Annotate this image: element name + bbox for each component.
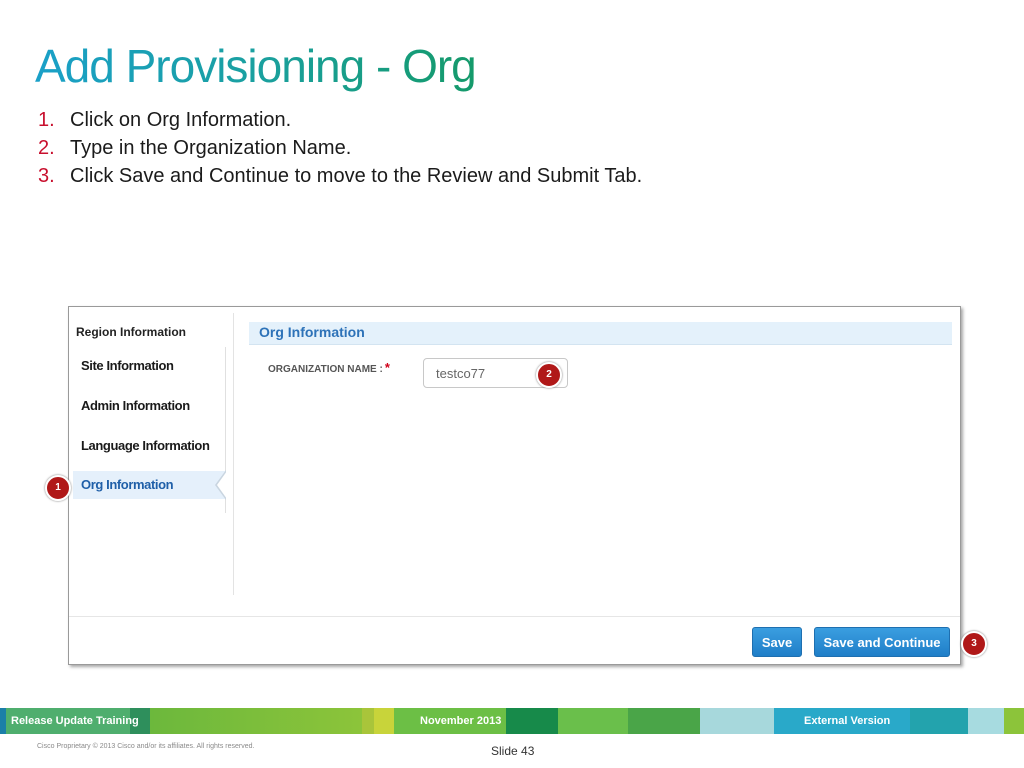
- section-header: Org Information: [249, 322, 952, 345]
- instruction-step: 1. Click on Org Information.: [38, 106, 642, 134]
- nav-item-site-information[interactable]: Site Information: [73, 352, 225, 380]
- step-text: Type in the Organization Name.: [70, 137, 352, 159]
- footer-training-label: Release Update Training: [11, 715, 139, 727]
- save-and-continue-button[interactable]: Save and Continue: [814, 627, 950, 657]
- slide-number: Slide 43: [491, 744, 535, 758]
- nav-item-org-information[interactable]: Org Information: [73, 471, 225, 499]
- section-title: Org Information: [259, 324, 365, 340]
- org-name-label-text: ORGANIZATION NAME :: [268, 364, 383, 375]
- step-number: 1.: [38, 109, 55, 131]
- footer-version-label: External Version: [804, 715, 891, 727]
- instruction-step: 2. Type in the Organization Name.: [38, 134, 642, 162]
- step-text: Click on Org Information.: [70, 109, 292, 131]
- callout-badge-1: 1: [45, 475, 71, 501]
- step-text: Click Save and Continue to move to the R…: [70, 165, 643, 187]
- org-name-label: ORGANIZATION NAME : *: [268, 360, 390, 375]
- active-pointer: [217, 471, 227, 499]
- footer-date-label: November 2013: [420, 715, 502, 727]
- save-button[interactable]: Save: [752, 627, 802, 657]
- step-number: 2.: [38, 137, 55, 159]
- slide-title: Add Provisioning - Org: [35, 36, 477, 96]
- instruction-step: 3. Click Save and Continue to move to the…: [38, 162, 642, 190]
- nav-header-region-information[interactable]: Region Information: [76, 325, 186, 339]
- nav-item-language-information[interactable]: Language Information: [73, 432, 225, 460]
- instruction-steps: 1. Click on Org Information. 2. Type in th…: [38, 106, 642, 190]
- provisioning-screenshot: Region Information Site Information Admi…: [68, 306, 961, 665]
- form-footer: Save Save and Continue: [69, 616, 960, 664]
- nav-item-admin-information[interactable]: Admin Information: [73, 392, 225, 420]
- callout-badge-2: 2: [536, 362, 562, 388]
- content-divider: [233, 313, 234, 595]
- side-nav: Region Information Site Information Admi…: [69, 307, 229, 597]
- required-marker: *: [384, 360, 390, 375]
- copyright-text: Cisco Proprietary © 2013 Cisco and/or it…: [37, 743, 255, 750]
- callout-badge-3: 3: [961, 631, 987, 657]
- step-number: 3.: [38, 165, 55, 187]
